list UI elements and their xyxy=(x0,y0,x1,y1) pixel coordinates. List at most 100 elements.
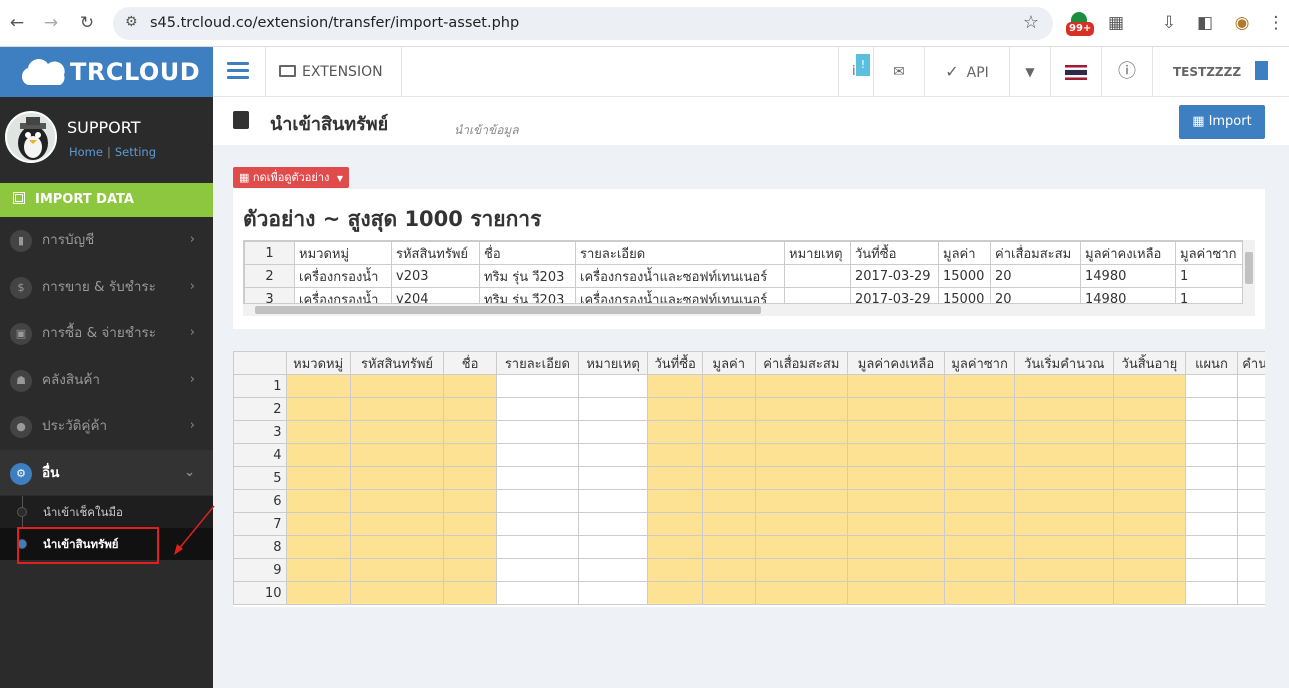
input-cell[interactable] xyxy=(1184,466,1239,490)
input-cell[interactable] xyxy=(1237,581,1265,605)
required-input-cell[interactable] xyxy=(647,512,703,536)
home-link[interactable]: Home xyxy=(69,145,103,159)
required-input-cell[interactable] xyxy=(349,443,445,467)
input-cell[interactable] xyxy=(1184,420,1239,444)
column-header[interactable]: ค่าเสื่อมสะสม xyxy=(754,351,849,375)
required-input-cell[interactable] xyxy=(754,374,849,398)
input-cell[interactable] xyxy=(1237,420,1265,444)
sample-cell[interactable] xyxy=(784,287,851,303)
sample-cell[interactable]: ค่าเสื่อมสะสม xyxy=(990,241,1081,265)
required-input-cell[interactable] xyxy=(349,420,445,444)
sample-cell[interactable]: 15000 xyxy=(938,264,991,288)
input-cell[interactable] xyxy=(495,535,579,559)
browser-menu-icon[interactable]: ⋮ xyxy=(1262,9,1289,37)
sample-cell[interactable]: เครื่องกรองน้ำและซอฟท์เทนเนอร์ xyxy=(575,264,785,288)
required-input-cell[interactable] xyxy=(285,581,351,605)
input-cell[interactable] xyxy=(1237,558,1265,582)
required-input-cell[interactable] xyxy=(943,374,1016,398)
input-cell[interactable] xyxy=(1184,512,1239,536)
required-input-cell[interactable] xyxy=(1113,466,1186,490)
sample-cell[interactable]: ชื่อ xyxy=(479,241,576,265)
sample-cell[interactable]: 1 xyxy=(1175,264,1242,288)
input-cell[interactable] xyxy=(1237,443,1265,467)
required-input-cell[interactable] xyxy=(349,535,445,559)
required-input-cell[interactable] xyxy=(285,420,351,444)
required-input-cell[interactable] xyxy=(1113,581,1186,605)
sidebar-item-purchase[interactable]: ▣ การซื้อ & จ่ายชำระ › xyxy=(0,310,213,357)
input-cell[interactable] xyxy=(577,512,649,536)
input-cell[interactable] xyxy=(495,581,579,605)
sample-cell[interactable]: รหัสสินทรัพย์ xyxy=(391,241,480,265)
required-input-cell[interactable] xyxy=(443,581,497,605)
sidebar-item-other[interactable]: ⚙ อื่น ⌄ xyxy=(0,449,213,496)
required-input-cell[interactable] xyxy=(285,558,351,582)
column-header[interactable]: วันเริ่มคำนวณ xyxy=(1014,351,1115,375)
avatar[interactable] xyxy=(5,111,57,163)
required-input-cell[interactable] xyxy=(1014,535,1115,559)
input-cell[interactable] xyxy=(495,558,579,582)
sample-cell[interactable] xyxy=(784,264,851,288)
site-settings-icon[interactable]: ⚙ xyxy=(125,14,138,30)
required-input-cell[interactable] xyxy=(943,581,1016,605)
input-cell[interactable] xyxy=(577,489,649,513)
sidebar-item-sales[interactable]: $ การขาย & รับชำระ › xyxy=(0,264,213,310)
required-input-cell[interactable] xyxy=(647,420,703,444)
language-flag-button[interactable] xyxy=(1051,47,1101,97)
input-cell[interactable] xyxy=(577,558,649,582)
required-input-cell[interactable] xyxy=(443,535,497,559)
sidebar-item-inventory[interactable]: ☗ คลังสินค้า › xyxy=(0,357,213,403)
help-icon[interactable]: ⓘ xyxy=(1102,47,1152,97)
required-input-cell[interactable] xyxy=(943,420,1016,444)
required-input-cell[interactable] xyxy=(701,443,756,467)
required-input-cell[interactable] xyxy=(1014,466,1115,490)
sample-cell[interactable]: v204 xyxy=(391,287,480,303)
forward-icon[interactable]: → xyxy=(37,9,65,37)
required-input-cell[interactable] xyxy=(943,443,1016,467)
column-header[interactable]: ชื่อ xyxy=(443,351,497,375)
input-spreadsheet[interactable]: หมวดหมู่ รหัสสินทรัพย์ ชื่อ รายละเอียด หมายเ… xyxy=(233,351,1265,607)
sample-cell[interactable]: เครื่องกรองน้ำและซอฟท์เทนเนอร์ xyxy=(575,287,785,303)
required-input-cell[interactable] xyxy=(943,512,1016,536)
required-input-cell[interactable] xyxy=(349,374,445,398)
extension-menu[interactable]: EXTENSION xyxy=(279,64,383,80)
required-input-cell[interactable] xyxy=(647,397,703,421)
sample-cell[interactable]: วันที่ซื้อ xyxy=(850,241,939,265)
row-number[interactable]: 10 xyxy=(233,581,287,605)
column-header[interactable]: คำนวณค่าเสื่อม xyxy=(1237,351,1265,375)
required-input-cell[interactable] xyxy=(943,466,1016,490)
required-input-cell[interactable] xyxy=(847,489,945,513)
required-input-cell[interactable] xyxy=(647,466,703,490)
row-number[interactable]: 6 xyxy=(233,489,287,513)
required-input-cell[interactable] xyxy=(647,581,703,605)
input-cell[interactable] xyxy=(1237,512,1265,536)
input-cell[interactable] xyxy=(1184,558,1239,582)
input-cell[interactable] xyxy=(1184,374,1239,398)
required-input-cell[interactable] xyxy=(754,512,849,536)
input-cell[interactable] xyxy=(1184,397,1239,421)
column-header[interactable]: มูลค่า xyxy=(701,351,756,375)
input-cell[interactable] xyxy=(577,420,649,444)
required-input-cell[interactable] xyxy=(443,466,497,490)
sample-horizontal-scrollbar[interactable] xyxy=(243,304,1255,316)
extension-badge[interactable]: 99+ xyxy=(1066,12,1095,38)
sample-cell[interactable]: 15000 xyxy=(938,287,991,303)
download-icon[interactable]: ⇩ xyxy=(1155,9,1183,37)
required-input-cell[interactable] xyxy=(847,420,945,444)
sample-cell[interactable]: 2017-03-29 xyxy=(850,287,939,303)
mail-icon[interactable]: ✉ xyxy=(874,47,924,97)
sample-cell[interactable]: 14980 xyxy=(1080,264,1176,288)
required-input-cell[interactable] xyxy=(943,558,1016,582)
required-input-cell[interactable] xyxy=(349,581,445,605)
required-input-cell[interactable] xyxy=(443,512,497,536)
input-cell[interactable] xyxy=(1184,489,1239,513)
hamburger-menu-icon[interactable] xyxy=(227,62,249,80)
required-input-cell[interactable] xyxy=(701,512,756,536)
required-input-cell[interactable] xyxy=(1113,512,1186,536)
column-header[interactable]: แผนก xyxy=(1184,351,1239,375)
required-input-cell[interactable] xyxy=(1113,420,1186,444)
required-input-cell[interactable] xyxy=(1113,374,1186,398)
brand-logo[interactable]: TRCLOUD xyxy=(0,47,213,97)
setting-link[interactable]: Setting xyxy=(115,145,156,159)
sample-cell[interactable]: 20 xyxy=(990,287,1081,303)
required-input-cell[interactable] xyxy=(754,581,849,605)
